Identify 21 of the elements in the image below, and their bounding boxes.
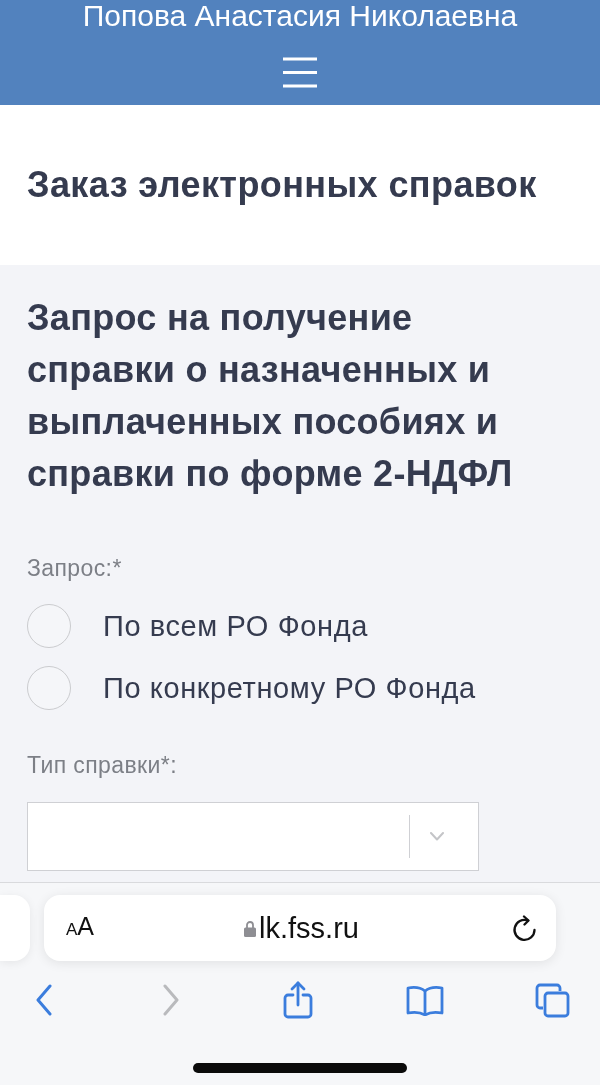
- url-text[interactable]: lk.fss.ru: [259, 911, 359, 945]
- reload-icon[interactable]: [512, 914, 537, 942]
- type-label: Тип справки*:: [27, 751, 178, 779]
- back-chevron-icon: [36, 984, 52, 1016]
- lock-icon: [244, 919, 257, 937]
- form-heading: Запрос на получение справки о назначенных и выплаченных пособиях и справки по форме 2-НДФЛ: [27, 296, 514, 496]
- forward-chevron-icon: [163, 984, 179, 1016]
- page-title: Заказ электронных справок: [27, 164, 537, 206]
- radio-button[interactable]: [27, 604, 71, 648]
- tabs-icon: [534, 982, 570, 1018]
- radio-label[interactable]: По конкретному РО Фонда: [103, 671, 476, 705]
- share-icon: [283, 981, 313, 1019]
- user-name: Попова Анастасия Николаевна: [82, 0, 518, 32]
- request-label: Запрос:*: [27, 554, 123, 582]
- book-icon: [406, 984, 444, 1016]
- radio-button[interactable]: [27, 666, 71, 710]
- radio-label[interactable]: По всем РО Фонда: [103, 609, 368, 643]
- menu-icon[interactable]: [283, 57, 317, 88]
- chevron-down-icon: [430, 832, 444, 841]
- text-size-button[interactable]: AA: [66, 911, 95, 945]
- address-bar[interactable]: AA lk.fss.ru: [44, 895, 556, 961]
